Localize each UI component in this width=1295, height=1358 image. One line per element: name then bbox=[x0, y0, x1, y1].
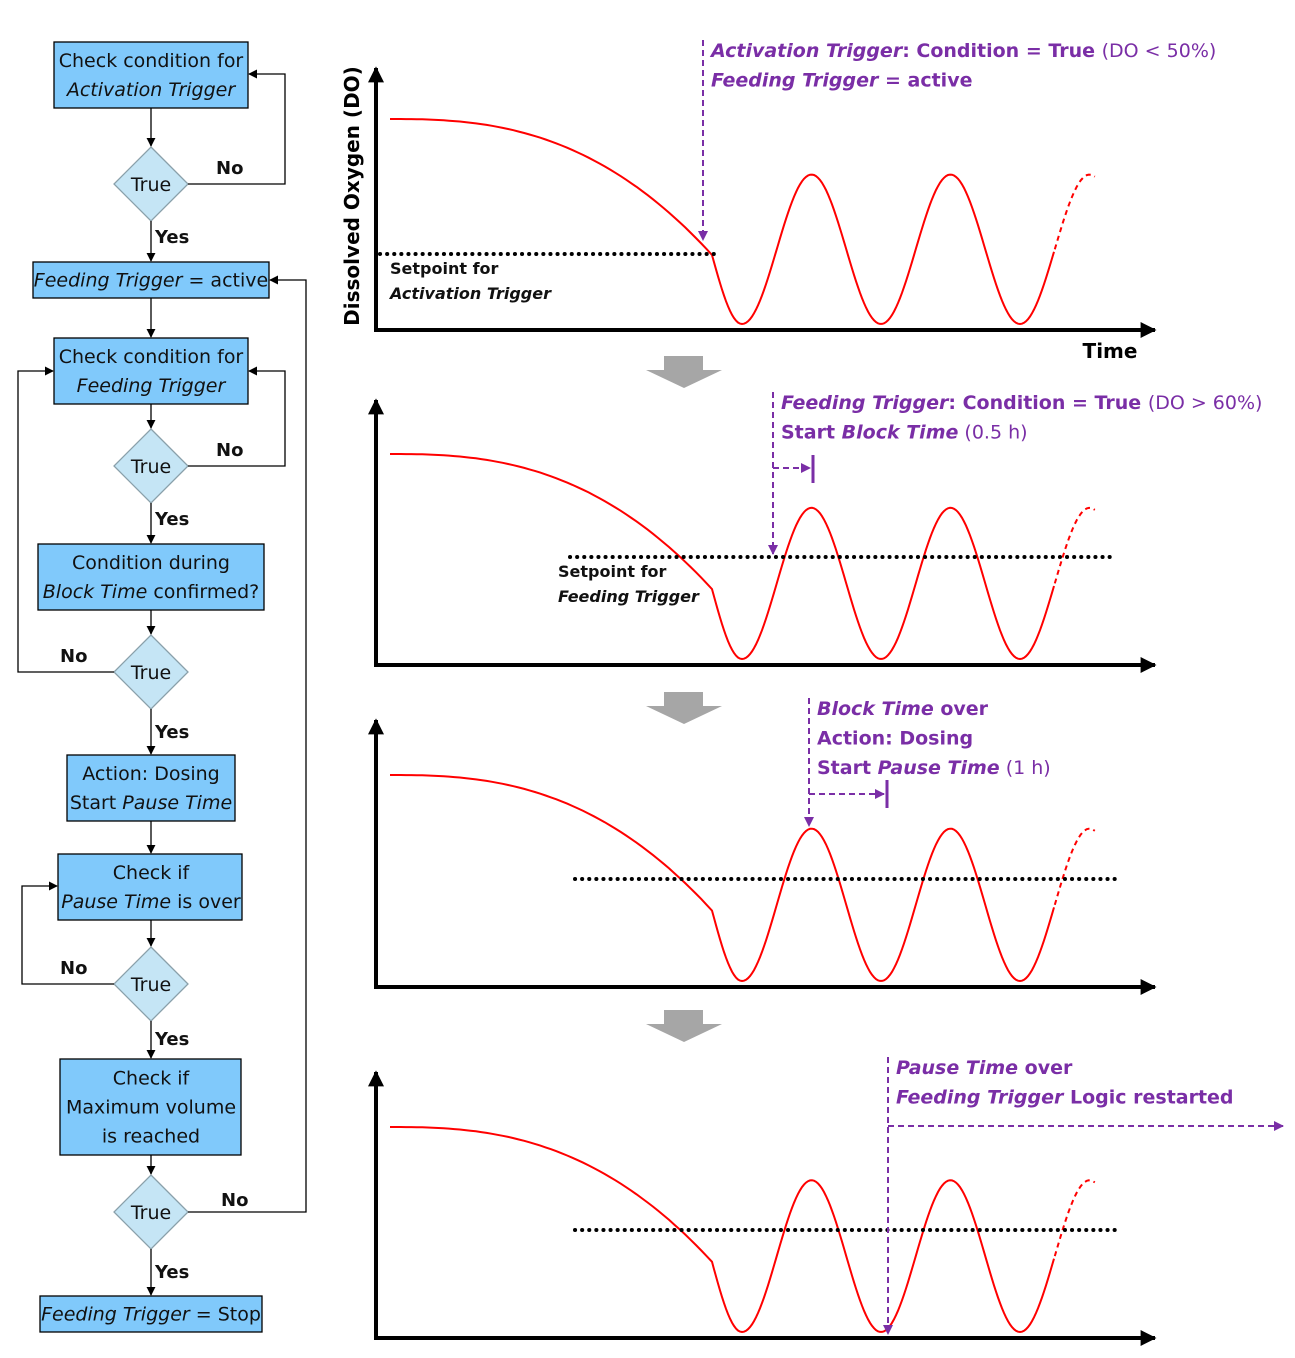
setpoint-label: Setpoint for bbox=[390, 259, 499, 278]
chart-panel-1: Setpoint for Activation Trigger Dissolved … bbox=[340, 40, 1216, 363]
flow-node-decision-4: True bbox=[113, 946, 189, 1022]
yes-label: Yes bbox=[154, 722, 189, 743]
x-axis-label: Time bbox=[1083, 339, 1138, 363]
process-box-text: Feeding Trigger = Stop bbox=[41, 1304, 261, 1326]
annotation: Pause Time over Feeding Trigger Logic res… bbox=[883, 1057, 1284, 1335]
yes-label: Yes bbox=[154, 509, 189, 530]
flowchart: Check condition for Activation Trigger Tru… bbox=[17, 41, 307, 1333]
process-box-text: Condition during bbox=[72, 552, 230, 574]
process-box-text: Feeding Trigger = active bbox=[34, 270, 268, 292]
annotation-line: Start Pause Time (1 h) bbox=[817, 757, 1051, 779]
decision-label: True bbox=[130, 456, 171, 478]
step-arrows bbox=[646, 356, 722, 1042]
process-box-text: Feeding Trigger bbox=[77, 375, 227, 397]
flow-node-check-volume: Check if Maximum volume is reached bbox=[59, 1058, 242, 1156]
annotation-line: Feeding Trigger Logic restarted bbox=[896, 1087, 1234, 1109]
process-box-text: Block Time confirmed? bbox=[43, 581, 259, 603]
annotation-line: Activation Trigger: Condition = True (DO… bbox=[709, 40, 1216, 62]
flow-node-decision-1: True bbox=[113, 146, 189, 222]
process-box-text: Action: Dosing bbox=[82, 763, 219, 785]
step-arrow-icon bbox=[646, 356, 722, 388]
no-label: No bbox=[60, 646, 87, 667]
chart-panel-3: Block Time over Action: Dosing Start Pause… bbox=[368, 698, 1157, 995]
yes-label: Yes bbox=[154, 1262, 189, 1283]
process-box-text: Check condition for bbox=[59, 346, 244, 368]
setpoint-label: Feeding Trigger bbox=[558, 587, 700, 606]
process-box-text: is reached bbox=[102, 1126, 200, 1148]
annotation-line: Pause Time over bbox=[896, 1057, 1073, 1079]
charts: Setpoint for Activation Trigger Dissolved … bbox=[340, 40, 1284, 1346]
process-box-text: Check condition for bbox=[59, 50, 244, 72]
flow-node-check-feeding: Check condition for Feeding Trigger bbox=[53, 337, 249, 405]
flow-node-decision-5: True bbox=[113, 1174, 189, 1250]
do-curve-projection bbox=[1053, 1179, 1096, 1257]
step-arrow-icon bbox=[646, 692, 722, 724]
do-curve bbox=[390, 1126, 1055, 1334]
flow-node-feeding-stop: Feeding Trigger = Stop bbox=[39, 1295, 263, 1333]
chart-panel-2: Setpoint for Feeding Trigger Feeding Trigg… bbox=[368, 392, 1262, 673]
process-box-text: Check if bbox=[113, 862, 191, 884]
annotation: Feeding Trigger: Condition = True (DO > … bbox=[768, 392, 1262, 555]
annotation-line: Start Block Time (0.5 h) bbox=[781, 422, 1028, 444]
do-curve bbox=[390, 774, 1055, 983]
flow-node-check-pause: Check if Pause Time is over bbox=[57, 853, 243, 921]
annotation-line: Action: Dosing bbox=[817, 728, 973, 750]
flow-node-block-time: Condition during Block Time confirmed? bbox=[37, 543, 265, 611]
process-box-text: Check if bbox=[113, 1068, 191, 1090]
feeding-trigger-diagram: Check condition for Activation Trigger Tru… bbox=[17, 40, 1284, 1346]
decision-label: True bbox=[130, 174, 171, 196]
do-curve-projection bbox=[1053, 827, 1096, 906]
do-curve-projection bbox=[1053, 506, 1096, 584]
decision-label: True bbox=[130, 974, 171, 996]
no-label: No bbox=[221, 1190, 248, 1211]
flow-node-decision-3: True bbox=[113, 634, 189, 710]
decision-label: True bbox=[130, 1202, 171, 1224]
annotation: Activation Trigger: Condition = True (DO… bbox=[698, 40, 1216, 241]
flow-node-dosing: Action: Dosing Start Pause Time bbox=[66, 754, 236, 822]
yes-label: Yes bbox=[154, 1029, 189, 1050]
do-curve-projection bbox=[1053, 173, 1096, 250]
decision-label: True bbox=[130, 662, 171, 684]
process-box-text: Start Pause Time bbox=[70, 792, 232, 814]
setpoint-label: Activation Trigger bbox=[388, 284, 552, 303]
annotation-line: Feeding Trigger: Condition = True (DO > … bbox=[781, 392, 1262, 414]
flow-node-check-activation: Check condition for Activation Trigger bbox=[53, 41, 249, 109]
no-label: No bbox=[216, 158, 243, 179]
flow-node-decision-2: True bbox=[113, 428, 189, 504]
setpoint-label: Setpoint for bbox=[558, 562, 667, 581]
process-box-text: Maximum volume bbox=[66, 1097, 236, 1119]
process-box-text: Activation Trigger bbox=[65, 79, 237, 101]
process-box-text: Pause Time is over bbox=[61, 891, 241, 913]
connector bbox=[17, 366, 114, 673]
no-label: No bbox=[60, 958, 87, 979]
y-axis-label: Dissolved Oxygen (DO) bbox=[340, 66, 364, 326]
chart-panel-4: Pause Time over Feeding Trigger Logic res… bbox=[368, 1057, 1284, 1346]
annotation: Block Time over Action: Dosing Start Pause… bbox=[804, 698, 1051, 827]
annotation-line: Block Time over bbox=[817, 698, 989, 720]
yes-label: Yes bbox=[154, 227, 189, 248]
flow-node-feeding-active: Feeding Trigger = active bbox=[32, 261, 270, 299]
annotation-line: Feeding Trigger = active bbox=[711, 70, 972, 92]
step-arrow-icon bbox=[646, 1010, 722, 1042]
no-label: No bbox=[216, 440, 243, 461]
